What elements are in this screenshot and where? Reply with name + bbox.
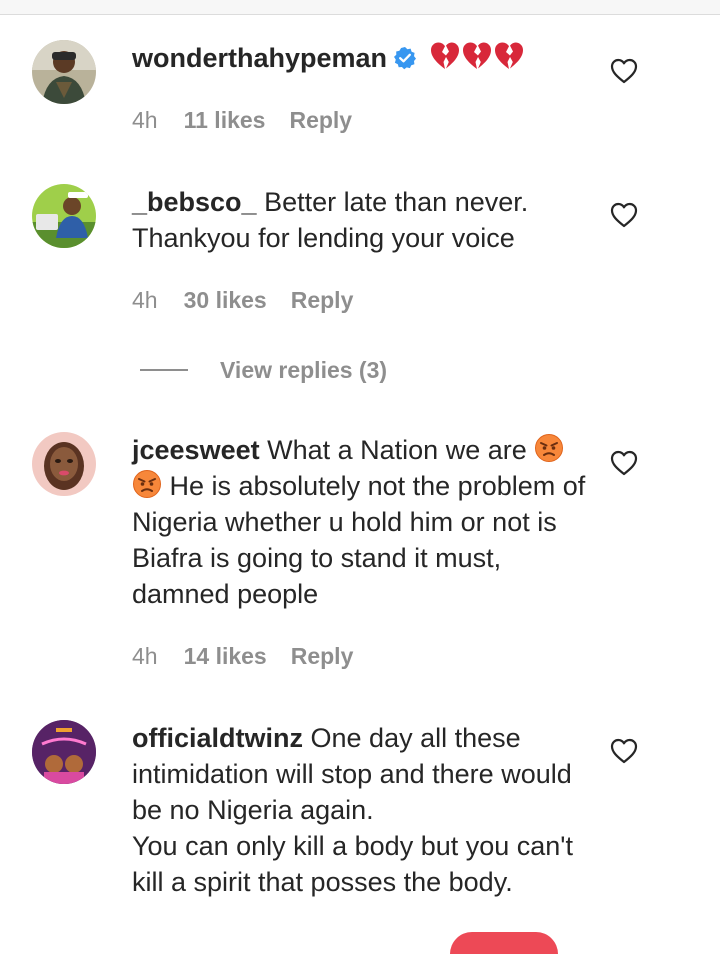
divider-line [140,369,188,371]
reply-button[interactable]: Reply [289,107,352,133]
reply-button[interactable]: Reply [291,287,354,313]
broken-heart-emoji [493,41,525,71]
comment-body: wonderthahypeman [132,40,592,76]
comment-username[interactable]: _bebsco_ [132,187,257,217]
comment-time: 4h [132,643,158,669]
likes-count[interactable]: 11 likes [184,107,266,133]
comment-meta: 4h 30 likes Reply [132,287,353,314]
avatar[interactable] [32,432,96,496]
floating-action-button[interactable] [450,932,558,954]
angry-face-emoji [132,469,162,499]
like-heart-icon[interactable] [609,56,639,86]
likes-count[interactable]: 30 likes [184,287,267,313]
comment-item: _bebsco_ Better late than never. Thankyo… [0,184,720,324]
comment-body: officialdtwinz One day all these intimid… [132,720,592,900]
comment-time: 4h [132,287,158,313]
like-heart-icon[interactable] [609,200,639,230]
avatar[interactable] [32,720,96,784]
avatar[interactable] [32,40,96,104]
avatar[interactable] [32,184,96,248]
like-heart-icon[interactable] [609,448,639,478]
comment-item: officialdtwinz One day all these intimid… [0,720,720,954]
view-replies-label: View replies (3) [220,356,388,383]
comment-item: jceesweet What a Nation we are He is abs… [0,432,720,682]
comment-username[interactable]: wonderthahypeman [132,43,387,73]
comment-meta: 4h 11 likes Reply [132,107,352,134]
comment-text: What a Nation we are [267,435,527,465]
comment-time: 4h [132,107,158,133]
reply-button[interactable]: Reply [291,643,354,669]
comment-username[interactable]: jceesweet [132,435,260,465]
top-bar [0,0,720,15]
broken-heart-emoji [429,41,461,71]
comment-body: jceesweet What a Nation we are He is abs… [132,432,592,612]
comment-body: _bebsco_ Better late than never. Thankyo… [132,184,592,256]
broken-heart-emoji [461,41,493,71]
likes-count[interactable]: 14 likes [184,643,267,669]
like-heart-icon[interactable] [609,736,639,766]
comment-meta: 4h 14 likes Reply [132,643,353,670]
angry-face-emoji [534,433,564,463]
verified-badge-icon [393,46,417,70]
comment-text-continued: He is absolutely not the problem of Nige… [132,471,586,609]
comment-text-continued: You can only kill a body but you can't k… [132,831,573,897]
comment-item: wonderthahypeman 4h 11 likes Reply [0,40,720,140]
comment-username[interactable]: officialdtwinz [132,723,303,753]
view-replies-button[interactable]: View replies (3) [140,352,387,388]
